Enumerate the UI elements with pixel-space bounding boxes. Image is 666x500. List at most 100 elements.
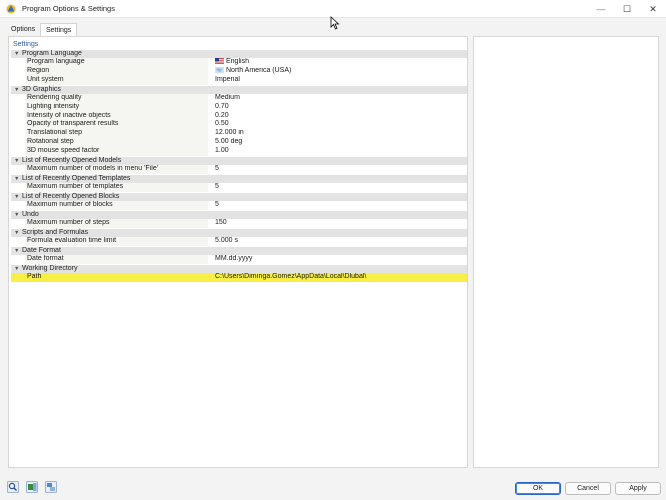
setting-value-text: 5.00 deg bbox=[215, 137, 243, 145]
tab-options[interactable]: Options bbox=[6, 23, 40, 36]
section-title: Program Language bbox=[22, 50, 82, 57]
setting-row-opacity-of-transparent-results[interactable]: Opacity of transparent results 0.50 bbox=[11, 120, 467, 130]
setting-value[interactable]: Imperial bbox=[213, 76, 467, 85]
setting-value-text: 0.20 bbox=[215, 111, 229, 119]
section-program-language: ▼ Program Language Program language English… bbox=[11, 50, 467, 85]
setting-value-text: Imperial bbox=[215, 75, 240, 83]
section-header[interactable]: ▼ Date Format bbox=[11, 247, 467, 256]
apply-button[interactable]: Apply bbox=[615, 482, 661, 495]
setting-row-rendering-quality[interactable]: Rendering quality Medium bbox=[11, 93, 467, 103]
setting-row-maximum-number-of-templates[interactable]: Maximum number of templates 5 bbox=[11, 182, 467, 192]
setting-value-text: 0.70 bbox=[215, 102, 229, 110]
section-header[interactable]: ▼ Undo bbox=[11, 210, 467, 220]
app-logo-icon bbox=[6, 4, 16, 14]
setting-label: Formula evaluation time limit bbox=[25, 237, 208, 247]
collapse-caret-icon[interactable]: ▼ bbox=[14, 265, 19, 273]
setting-row-region[interactable]: Region North America (USA) bbox=[11, 67, 467, 76]
setting-value[interactable]: 0.50 bbox=[213, 120, 467, 129]
setting-value-text: 5 bbox=[215, 182, 219, 190]
section-header[interactable]: ▼ 3D Graphics bbox=[11, 85, 467, 94]
section-header[interactable]: ▼ Working Directory bbox=[11, 265, 467, 274]
close-button[interactable]: ✕ bbox=[640, 2, 666, 16]
search-icon[interactable] bbox=[7, 481, 19, 493]
section-header[interactable]: ▼ List of Recently Opened Models bbox=[11, 156, 467, 165]
setting-label: Rotational step bbox=[25, 137, 208, 147]
setting-value[interactable]: Medium bbox=[213, 94, 467, 103]
setting-value-text: 12.000 in bbox=[215, 129, 244, 137]
setting-row-maximum-number-of-blocks[interactable]: Maximum number of blocks 5 bbox=[11, 201, 467, 210]
collapse-caret-icon[interactable]: ▼ bbox=[14, 86, 19, 94]
setting-label: Program language bbox=[25, 58, 208, 68]
setting-row-date-format[interactable]: Date format MM.dd.yyyy bbox=[11, 255, 467, 265]
setting-value[interactable]: 5.000 s bbox=[213, 237, 467, 246]
setting-row-path[interactable]: Path C:\Users\Dimınga.Gomez\AppData\Local… bbox=[11, 273, 467, 283]
collapse-caret-icon[interactable]: ▼ bbox=[14, 229, 19, 237]
setting-row-formula-evaluation-time-limit[interactable]: Formula evaluation time limit 5.000 s bbox=[11, 237, 467, 247]
setting-value[interactable]: 5 bbox=[213, 165, 467, 174]
tab-settings[interactable]: Settings bbox=[40, 23, 78, 36]
setting-value-text: 5 bbox=[215, 164, 219, 172]
breadcrumb[interactable]: Settings bbox=[13, 41, 38, 48]
setting-label: Maximum number of models in menu 'File' bbox=[25, 164, 208, 174]
section-title: Undo bbox=[22, 210, 39, 218]
setting-label: Rendering quality bbox=[25, 93, 208, 103]
section-title: 3D Graphics bbox=[22, 85, 61, 93]
collapse-caret-icon[interactable]: ▼ bbox=[14, 193, 19, 201]
setting-value[interactable]: 5.00 deg bbox=[213, 138, 467, 147]
setting-value[interactable]: 12.000 in bbox=[213, 129, 467, 138]
setting-row-program-language[interactable]: Program language English bbox=[11, 58, 467, 68]
setting-value-text: 5.000 s bbox=[215, 237, 238, 245]
collapse-caret-icon[interactable]: ▼ bbox=[14, 157, 19, 165]
section-title: List of Recently Opened Templates bbox=[22, 174, 131, 182]
dialog-footer: OK Cancel Apply bbox=[0, 472, 666, 500]
setting-row-unit-system[interactable]: Unit system Imperial bbox=[11, 75, 467, 85]
setting-value[interactable]: 1.00 bbox=[213, 147, 467, 156]
setting-label: Maximum number of blocks bbox=[25, 201, 208, 210]
setting-value-text: North America (USA) bbox=[226, 67, 292, 75]
section-title: Working Directory bbox=[22, 265, 78, 273]
table-export-icon[interactable] bbox=[26, 481, 38, 493]
maximize-button[interactable]: ☐ bbox=[614, 2, 640, 16]
setting-value[interactable]: North America (USA) bbox=[213, 67, 467, 76]
ok-button[interactable]: OK bbox=[515, 482, 561, 495]
section-list-of-recently-opened-templates: ▼ List of Recently Opened Templates Maximu… bbox=[11, 174, 467, 192]
section-header[interactable]: ▼ Program Language bbox=[11, 50, 467, 59]
setting-value[interactable]: English bbox=[213, 58, 467, 67]
setting-value-text: 1.00 bbox=[215, 146, 229, 154]
setting-value[interactable]: 150 bbox=[213, 219, 467, 228]
settings-transfer-icon[interactable] bbox=[45, 481, 57, 493]
preview-panel bbox=[473, 36, 659, 468]
settings-panel: Settings ▼ Program Language Program langua… bbox=[8, 36, 468, 468]
setting-row-lighting-intensity[interactable]: Lighting intensity 0.70 bbox=[11, 102, 467, 112]
section-header[interactable]: ▼ List of Recently Opened Templates bbox=[11, 174, 467, 183]
setting-value-text: English bbox=[226, 58, 249, 66]
setting-row-translational-step[interactable]: Translational step 12.000 in bbox=[11, 129, 467, 138]
collapse-caret-icon[interactable]: ▼ bbox=[14, 50, 19, 58]
section-title: Date Format bbox=[22, 247, 61, 255]
setting-row-intensity-of-inactive-objects[interactable]: Intensity of inactive objects 0.20 bbox=[11, 111, 467, 121]
setting-value[interactable]: 5 bbox=[213, 201, 467, 210]
settings-tree: ▼ Program Language Program language English… bbox=[11, 50, 467, 283]
section-header[interactable]: ▼ Scripts and Formulas bbox=[11, 228, 467, 238]
setting-value[interactable]: MM.dd.yyyy bbox=[213, 255, 467, 264]
section-title: List of Recently Opened Models bbox=[22, 156, 122, 164]
collapse-caret-icon[interactable]: ▼ bbox=[14, 247, 19, 255]
section-header[interactable]: ▼ List of Recently Opened Blocks bbox=[11, 192, 467, 202]
setting-row-maximum-number-of-steps[interactable]: Maximum number of steps 150 bbox=[11, 219, 467, 228]
setting-row-maximum-number-of-models-in-menu-file[interactable]: Maximum number of models in menu 'File' 5 bbox=[11, 164, 467, 174]
section-3d-graphics: ▼ 3D Graphics Rendering quality Medium Light… bbox=[11, 85, 467, 156]
setting-label: 3D mouse speed factor bbox=[25, 146, 208, 156]
setting-row-3d-mouse-speed-factor[interactable]: 3D mouse speed factor 1.00 bbox=[11, 146, 467, 156]
setting-value[interactable]: 5 bbox=[213, 183, 467, 192]
minimize-button[interactable]: — bbox=[588, 2, 614, 16]
collapse-caret-icon[interactable]: ▼ bbox=[14, 175, 19, 183]
setting-value[interactable]: C:\Users\Dimınga.Gomez\AppData\Local\Dlu… bbox=[213, 273, 467, 282]
section-undo: ▼ Undo Maximum number of steps 150 bbox=[11, 210, 467, 228]
setting-label: Unit system bbox=[25, 75, 208, 85]
setting-value[interactable]: 0.20 bbox=[213, 112, 467, 121]
cancel-button[interactable]: Cancel bbox=[565, 482, 611, 495]
section-working-directory: ▼ Working Directory Path C:\Users\Dimınga.G… bbox=[11, 265, 467, 283]
collapse-caret-icon[interactable]: ▼ bbox=[14, 211, 19, 219]
setting-row-rotational-step[interactable]: Rotational step 5.00 deg bbox=[11, 137, 467, 147]
setting-value[interactable]: 0.70 bbox=[213, 103, 467, 112]
